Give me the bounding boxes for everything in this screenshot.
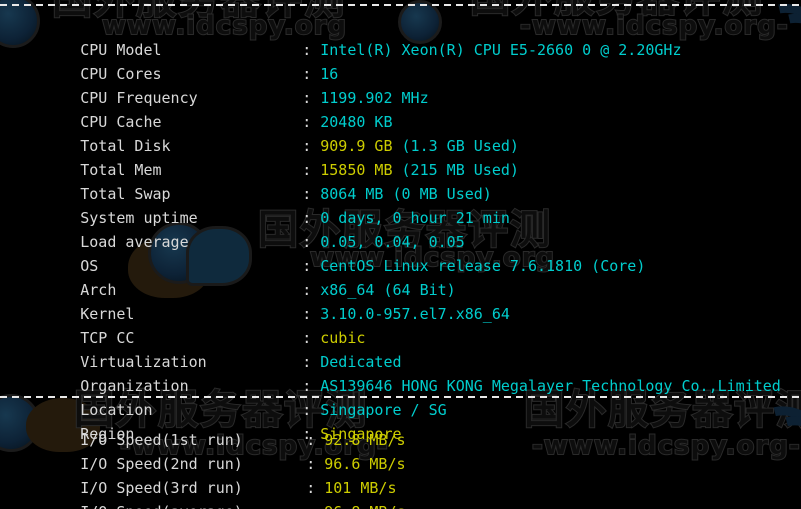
watermark-swoosh-topright: [736, 0, 801, 96]
row-load-average: Load average:0.05, 0.04, 0.05: [8, 206, 465, 251]
row-total-mem: Total Mem:15850 MB (215 MB Used): [8, 134, 519, 179]
separator-line-top: [0, 4, 801, 6]
value-cpu-model: Intel(R) Xeon(R) CPU E5-2660 0 @ 2.20GHz: [320, 41, 682, 59]
row-kernel: Kernel:3.10.0-957.el7.x86_64: [8, 278, 510, 323]
row-os: OS: CentOS Linux release 7.6.1810 (Core): [8, 230, 645, 275]
watermark-chinese-bottomright: 国外服务器评测: [523, 387, 801, 433]
row-total-swap: Total Swap:8064 MB (0 MB Used): [8, 158, 492, 203]
row-cpu-cores: CPU Cores:16: [8, 38, 338, 83]
terminal-window: 国外服务器评测 www.idcspy.org 国外服务器评测 -www.idcs…: [0, 0, 801, 509]
row-cpu-model: CPU Model: Intel(R) Xeon(R) CPU E5-2660 0…: [8, 14, 681, 59]
row-total-disk: Total Disk:909.9 GB (1.3 GB Used): [8, 110, 519, 155]
row-io-speed-2nd: I/O Speed(2nd run):96.6 MB/s: [8, 428, 405, 473]
separator-line-middle: [0, 396, 801, 398]
row-organization: Organization: AS139646 HONG KONG Megalaye…: [8, 350, 781, 395]
row-location: Location: Singapore / SG: [8, 374, 446, 419]
row-virtualization: Virtualization: Dedicated: [8, 326, 401, 371]
watermark-swoosh-bottomright: [732, 391, 801, 499]
watermark-url-bottomright: -www.idcspy.org-: [531, 431, 801, 461]
value-io-speed-average: 96.8 MB/s: [324, 503, 405, 509]
label-io-speed-average: I/O Speed(average): [80, 500, 306, 509]
watermark-chinese-top: 国外服务器评测: [51, 0, 346, 23]
row-arch: Arch: x86_64 (64 Bit): [8, 254, 455, 299]
watermark-swoosh-topright-2: [746, 0, 801, 106]
row-system-uptime: System uptime:0 days, 0 hour 21 min: [8, 182, 510, 227]
row-tcp-cc: TCP CC: cubic: [8, 302, 365, 347]
row-cpu-cache: CPU Cache:20480 KB: [8, 86, 392, 131]
row-io-speed-1st: I/O Speed(1st run):92.8 MB/s: [8, 404, 405, 449]
row-io-speed-3rd: I/O Speed(3rd run):101 MB/s: [8, 452, 396, 497]
colon-io-speed-average: :: [306, 500, 324, 509]
row-cpu-frequency: CPU Frequency:1199.902 MHz: [8, 62, 428, 107]
row-io-speed-average: I/O Speed(average):96.8 MB/s: [8, 476, 405, 509]
watermark-swoosh-bottomright-2: [744, 401, 801, 509]
